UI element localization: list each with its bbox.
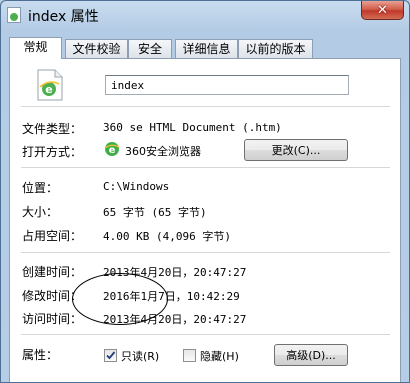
separator	[21, 167, 390, 168]
properties-window: index 属性 ✕ 常规 文件校验 安全 详细信息 以前的版本 e 文件类型：…	[0, 0, 410, 383]
accessed-label: 访问时间：	[22, 312, 83, 326]
360-browser-icon: e	[104, 142, 120, 156]
separator	[21, 106, 390, 107]
window-title: index 属性	[28, 9, 99, 25]
modified-value: 2016年1月7日，10:42:29	[103, 290, 240, 303]
size-label: 大小：	[22, 205, 59, 219]
svg-text:e: e	[109, 145, 116, 156]
opens-with-label: 打开方式：	[22, 145, 83, 159]
svg-text:e: e	[45, 83, 52, 96]
opens-with-value: 360安全浏览器	[125, 145, 201, 158]
checkmark-icon	[106, 351, 116, 360]
close-icon: ✕	[377, 2, 388, 18]
readonly-label[interactable]: 只读(R)	[121, 348, 159, 364]
location-value: C:\Windows	[103, 180, 170, 193]
filename-field[interactable]	[105, 75, 349, 95]
tab-previous-versions[interactable]: 以前的版本	[238, 39, 313, 58]
readonly-checkbox[interactable]	[104, 349, 117, 362]
tab-security[interactable]: 安全	[128, 39, 172, 58]
advanced-button[interactable]: 高级(D)...	[274, 344, 348, 366]
size-on-disk-label: 占用空间：	[22, 229, 83, 243]
hidden-checkbox[interactable]	[183, 349, 196, 362]
file-type-label: 文件类型：	[22, 122, 83, 136]
created-value: 2013年4月20日，20:47:27	[103, 266, 247, 279]
size-value: 65 字节 (65 字节)	[103, 206, 207, 219]
general-panel: e 文件类型： 360 se HTML Document (.htm) 打开方式…	[9, 58, 401, 382]
title-bar[interactable]: index 属性 ✕	[1, 1, 409, 29]
change-button[interactable]: 更改(C)...	[244, 139, 348, 161]
file-type-value: 360 se HTML Document (.htm)	[103, 121, 282, 134]
created-label: 创建时间：	[22, 265, 83, 279]
tab-strip: 常规 文件校验 安全 详细信息 以前的版本	[9, 37, 401, 59]
tab-details[interactable]: 详细信息	[175, 39, 238, 58]
location-label: 位置：	[22, 181, 59, 195]
tab-file-checksum[interactable]: 文件校验	[65, 39, 128, 58]
attributes-label: 属性：	[22, 348, 59, 362]
accessed-value: 2013年4月20日，20:47:27	[103, 313, 247, 326]
close-button[interactable]: ✕	[361, 1, 404, 20]
separator	[21, 334, 390, 335]
size-on-disk-value: 4.00 KB (4,096 字节)	[103, 230, 231, 243]
tab-general[interactable]: 常规	[9, 37, 62, 59]
hidden-label[interactable]: 隐藏(H)	[200, 348, 239, 364]
file-icon	[7, 7, 21, 23]
ie-document-icon: e	[37, 69, 63, 101]
modified-label: 修改时间：	[22, 289, 83, 303]
separator	[21, 252, 390, 253]
